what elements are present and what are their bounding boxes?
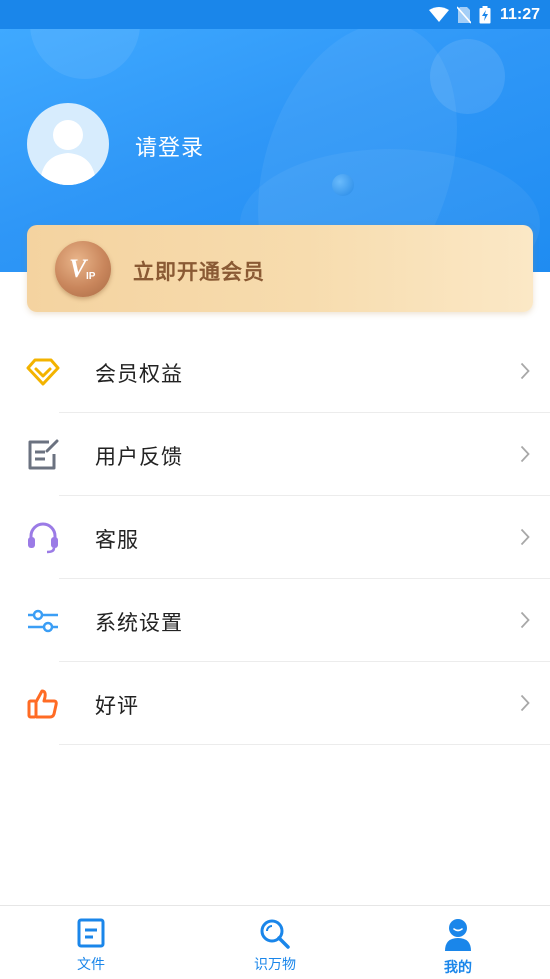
chevron-right-icon (520, 611, 530, 633)
chevron-right-icon (520, 528, 530, 550)
tab-identify[interactable]: 识万物 (215, 906, 335, 979)
tab-label: 文件 (77, 957, 105, 973)
search-icon (215, 918, 335, 950)
avatar[interactable] (27, 103, 109, 185)
login-link[interactable]: 请登录 (135, 130, 204, 162)
menu-item-label: 会员权益 (95, 362, 183, 386)
wifi-icon (428, 6, 449, 23)
chevron-right-icon (520, 445, 530, 467)
menu-item-label: 系统设置 (95, 611, 183, 635)
user-silhouette-icon (40, 120, 96, 185)
headset-icon (26, 521, 60, 555)
menu-item-feedback[interactable]: 用户反馈 (0, 413, 550, 496)
chevron-right-icon (520, 694, 530, 716)
tab-label: 我的 (444, 960, 472, 976)
diamond-icon (26, 355, 60, 389)
chevron-right-icon (520, 362, 530, 384)
divider (59, 744, 550, 745)
header-decoration (332, 174, 354, 196)
vip-subscribe-card[interactable]: V IP 立即开通会员 (27, 225, 533, 312)
menu-item-customer-service[interactable]: 客服 (0, 496, 550, 579)
no-sim-icon (456, 5, 471, 24)
vip-cta-label: 立即开通会员 (133, 260, 265, 284)
sliders-icon (26, 604, 60, 638)
header-decoration (30, 29, 140, 79)
bottom-nav: 文件 识万物 我的 (0, 905, 550, 979)
tab-label: 识万物 (254, 957, 296, 973)
vip-badge-icon: V IP (55, 241, 111, 297)
tab-files[interactable]: 文件 (31, 906, 151, 979)
menu-item-system-settings[interactable]: 系统设置 (0, 579, 550, 662)
menu-item-label: 好评 (95, 694, 139, 718)
user-icon (398, 918, 518, 952)
svg-text:IP: IP (86, 271, 96, 282)
thumbs-up-icon (26, 687, 60, 721)
settings-menu: 会员权益 用户反馈 客服 系统设置 好评 (0, 330, 550, 745)
menu-item-label: 用户反馈 (95, 445, 183, 469)
document-icon (31, 918, 151, 948)
tab-mine[interactable]: 我的 (398, 906, 518, 979)
menu-item-rate-app[interactable]: 好评 (0, 662, 550, 745)
header-decoration (430, 39, 505, 114)
menu-item-member-benefits[interactable]: 会员权益 (0, 330, 550, 413)
battery-charging-icon (479, 5, 491, 24)
feedback-icon (26, 438, 60, 472)
status-time: 11:27 (499, 5, 540, 23)
status-bar: 11:27 (0, 0, 550, 29)
menu-item-label: 客服 (95, 528, 139, 552)
